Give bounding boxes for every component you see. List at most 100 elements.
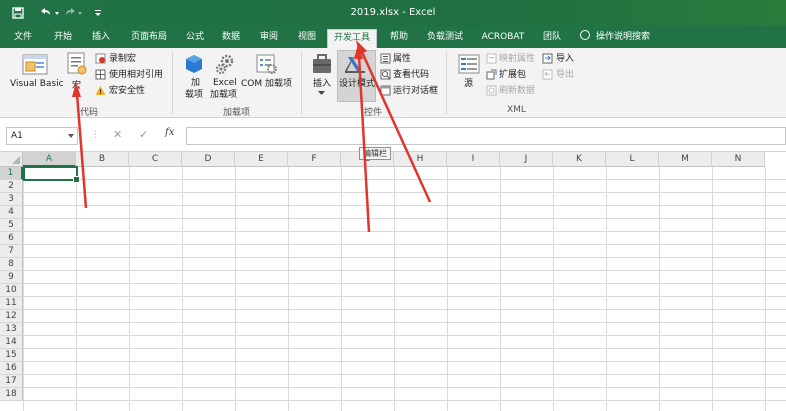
- row-header[interactable]: 15: [0, 349, 23, 362]
- active-cell[interactable]: [23, 166, 80, 183]
- select-all-button[interactable]: [0, 152, 23, 167]
- insert-function-icon[interactable]: fx: [165, 127, 174, 138]
- chevron-down-icon[interactable]: [68, 134, 74, 138]
- ribbon-tabs: 文件 开始 插入 页面布局 公式 数据 审阅 视图 开发工具 帮助 负载测试 A…: [0, 26, 786, 48]
- column-header[interactable]: B: [76, 152, 129, 167]
- group-separator: [172, 52, 173, 114]
- expansion-packs-icon: [486, 69, 497, 80]
- row-header[interactable]: 13: [0, 323, 23, 336]
- design-mode-button[interactable]: 设计模式: [339, 79, 375, 89]
- export-icon: [542, 69, 553, 80]
- tab-home[interactable]: 开始: [48, 30, 78, 48]
- column-header[interactable]: L: [606, 152, 659, 167]
- macros-icon[interactable]: [66, 52, 88, 76]
- import-icon: [542, 53, 553, 64]
- addins-button-line2: 载项: [185, 90, 204, 100]
- tell-me-label: 操作说明搜索: [596, 32, 651, 42]
- column-header[interactable]: D: [182, 152, 235, 167]
- row-header[interactable]: 5: [0, 219, 23, 232]
- tab-data[interactable]: 数据: [216, 30, 246, 48]
- row-header[interactable]: 4: [0, 206, 23, 219]
- xml-source-button[interactable]: 源: [464, 79, 473, 89]
- macros-button[interactable]: 宏: [72, 81, 81, 91]
- addins-icon[interactable]: [184, 54, 204, 74]
- row-header[interactable]: 10: [0, 284, 23, 297]
- cell-grid[interactable]: [23, 167, 786, 411]
- column-header[interactable]: E: [235, 152, 288, 167]
- row-header[interactable]: 6: [0, 232, 23, 245]
- tab-acrobat[interactable]: ACROBAT: [478, 30, 528, 48]
- row-header[interactable]: 16: [0, 362, 23, 375]
- row-header[interactable]: 17: [0, 375, 23, 388]
- column-header[interactable]: I: [447, 152, 500, 167]
- com-addins-button[interactable]: COM 加载项: [241, 79, 292, 89]
- visual-basic-icon[interactable]: [22, 52, 48, 76]
- tab-team[interactable]: 团队: [537, 30, 567, 48]
- insert-controls-icon[interactable]: [311, 53, 333, 75]
- view-code-button[interactable]: 查看代码: [393, 70, 429, 80]
- column-header[interactable]: K: [553, 152, 606, 167]
- tell-me-search[interactable]: 操作说明搜索: [580, 30, 650, 44]
- formula-input[interactable]: [186, 127, 786, 145]
- addins-button[interactable]: 加: [191, 78, 200, 88]
- tab-page-layout[interactable]: 页面布局: [126, 30, 172, 48]
- group-separator: [446, 52, 447, 114]
- map-properties-button[interactable]: 映射属性: [499, 54, 535, 64]
- column-header[interactable]: N: [712, 152, 765, 167]
- column-header[interactable]: J: [500, 152, 553, 167]
- tab-review[interactable]: 审阅: [254, 30, 284, 48]
- column-header[interactable]: F: [288, 152, 341, 167]
- excel-window: 2019.xlsx - Excel 文件 开始 插入 页面布局 公式 数据 审阅…: [0, 0, 786, 411]
- enter-icon[interactable]: ✓: [139, 128, 148, 141]
- row-header[interactable]: 2: [0, 180, 23, 193]
- xml-group-label: XML: [507, 105, 526, 115]
- macro-security-button[interactable]: 宏安全性: [109, 86, 145, 96]
- tab-view[interactable]: 视图: [292, 30, 322, 48]
- window-title: 2019.xlsx - Excel: [350, 7, 436, 18]
- refresh-data-button[interactable]: 刷新数据: [499, 86, 535, 96]
- resize-dots-icon[interactable]: ⋮: [91, 130, 100, 140]
- row-header[interactable]: 7: [0, 245, 23, 258]
- insert-controls-button[interactable]: 插入: [313, 79, 331, 89]
- row-header[interactable]: 12: [0, 310, 23, 323]
- tab-developer[interactable]: 开发工具: [327, 29, 377, 48]
- row-header[interactable]: 9: [0, 271, 23, 284]
- relative-refs-icon: [95, 69, 106, 80]
- row-header[interactable]: 11: [0, 297, 23, 310]
- run-dialog-button[interactable]: 运行对话框: [393, 86, 438, 96]
- design-mode-icon[interactable]: [343, 53, 367, 75]
- properties-icon: [380, 53, 391, 64]
- group-separator: [301, 52, 302, 114]
- tab-load-test[interactable]: 负载测试: [422, 30, 468, 48]
- row-header[interactable]: 8: [0, 258, 23, 271]
- com-addins-icon[interactable]: [256, 53, 278, 75]
- expansion-packs-button[interactable]: 扩展包: [499, 70, 526, 80]
- tab-insert[interactable]: 插入: [86, 30, 116, 48]
- properties-button[interactable]: 属性: [393, 54, 411, 64]
- cancel-icon[interactable]: ✕: [113, 128, 122, 141]
- import-button[interactable]: 导入: [556, 54, 574, 64]
- excel-addins-gear-icon[interactable]: [214, 53, 236, 75]
- row-header[interactable]: 14: [0, 336, 23, 349]
- column-header[interactable]: H: [394, 152, 447, 167]
- column-header[interactable]: C: [129, 152, 182, 167]
- tab-file[interactable]: 文件: [8, 30, 38, 48]
- row-header[interactable]: 3: [0, 193, 23, 206]
- excel-addins-button[interactable]: Excel: [213, 78, 237, 88]
- tab-formulas[interactable]: 公式: [180, 30, 210, 48]
- column-header[interactable]: M: [659, 152, 712, 167]
- warning-icon: [95, 86, 106, 95]
- xml-source-icon[interactable]: [458, 53, 480, 75]
- view-code-icon: [380, 69, 391, 80]
- record-macro-button[interactable]: 录制宏: [109, 54, 136, 64]
- chevron-down-icon: [318, 91, 325, 95]
- tab-help[interactable]: 帮助: [384, 30, 414, 48]
- export-button[interactable]: 导出: [556, 70, 574, 80]
- row-header[interactable]: 1: [0, 167, 23, 180]
- visual-basic-button[interactable]: Visual Basic: [10, 79, 64, 89]
- row-header[interactable]: 18: [0, 388, 23, 401]
- relative-refs-button[interactable]: 使用相对引用: [109, 70, 163, 80]
- column-header[interactable]: A: [23, 152, 76, 167]
- name-box[interactable]: A1: [6, 127, 78, 145]
- refresh-data-icon: [486, 85, 497, 96]
